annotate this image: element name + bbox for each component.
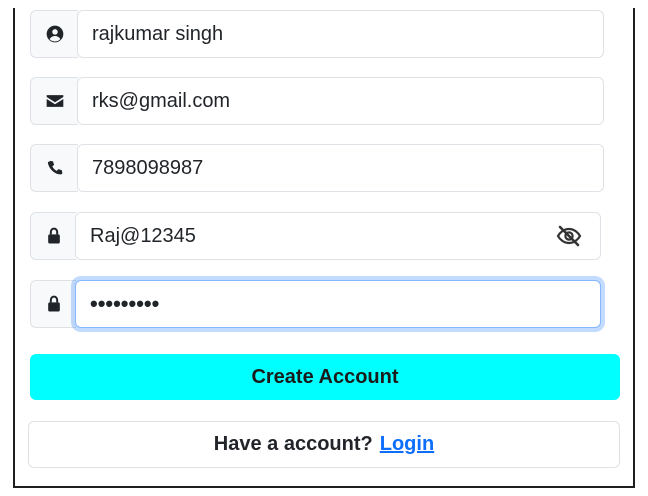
email-row: rks@gmail.com <box>30 77 604 125</box>
name-addon <box>30 10 78 58</box>
name-value: rajkumar singh <box>92 22 224 45</box>
password-addon <box>30 212 76 260</box>
login-prompt: Have a account? Login <box>28 421 620 468</box>
email-value: rks@gmail.com <box>92 89 231 112</box>
user-circle-icon <box>46 25 63 43</box>
login-link[interactable]: Login <box>380 433 434 456</box>
confirm-password-value: ••••••••• <box>90 291 160 316</box>
email-addon <box>30 77 78 125</box>
create-account-button[interactable]: Create Account <box>30 354 620 400</box>
phone-addon <box>30 144 78 192</box>
phone-value: 7898098987 <box>92 156 204 179</box>
name-row: rajkumar singh <box>30 10 604 58</box>
have-account-text: Have a account? <box>213 433 373 455</box>
confirm-password-addon <box>30 280 76 328</box>
lock-icon <box>47 295 60 312</box>
confirm-password-input[interactable]: ••••••••• <box>75 280 601 328</box>
eye-slash-icon[interactable] <box>556 225 582 247</box>
confirm-password-row: ••••••••• <box>30 280 601 328</box>
email-input[interactable]: rks@gmail.com <box>77 77 604 125</box>
phone-icon <box>47 160 62 175</box>
phone-row: 7898098987 <box>30 144 604 192</box>
name-input[interactable]: rajkumar singh <box>77 10 604 58</box>
password-input[interactable]: Raj@12345 <box>75 212 601 260</box>
phone-input[interactable]: 7898098987 <box>77 144 604 192</box>
envelope-icon <box>46 95 63 107</box>
password-row: Raj@12345 <box>30 212 601 260</box>
lock-icon <box>47 227 60 244</box>
password-value: Raj@12345 <box>90 224 196 247</box>
